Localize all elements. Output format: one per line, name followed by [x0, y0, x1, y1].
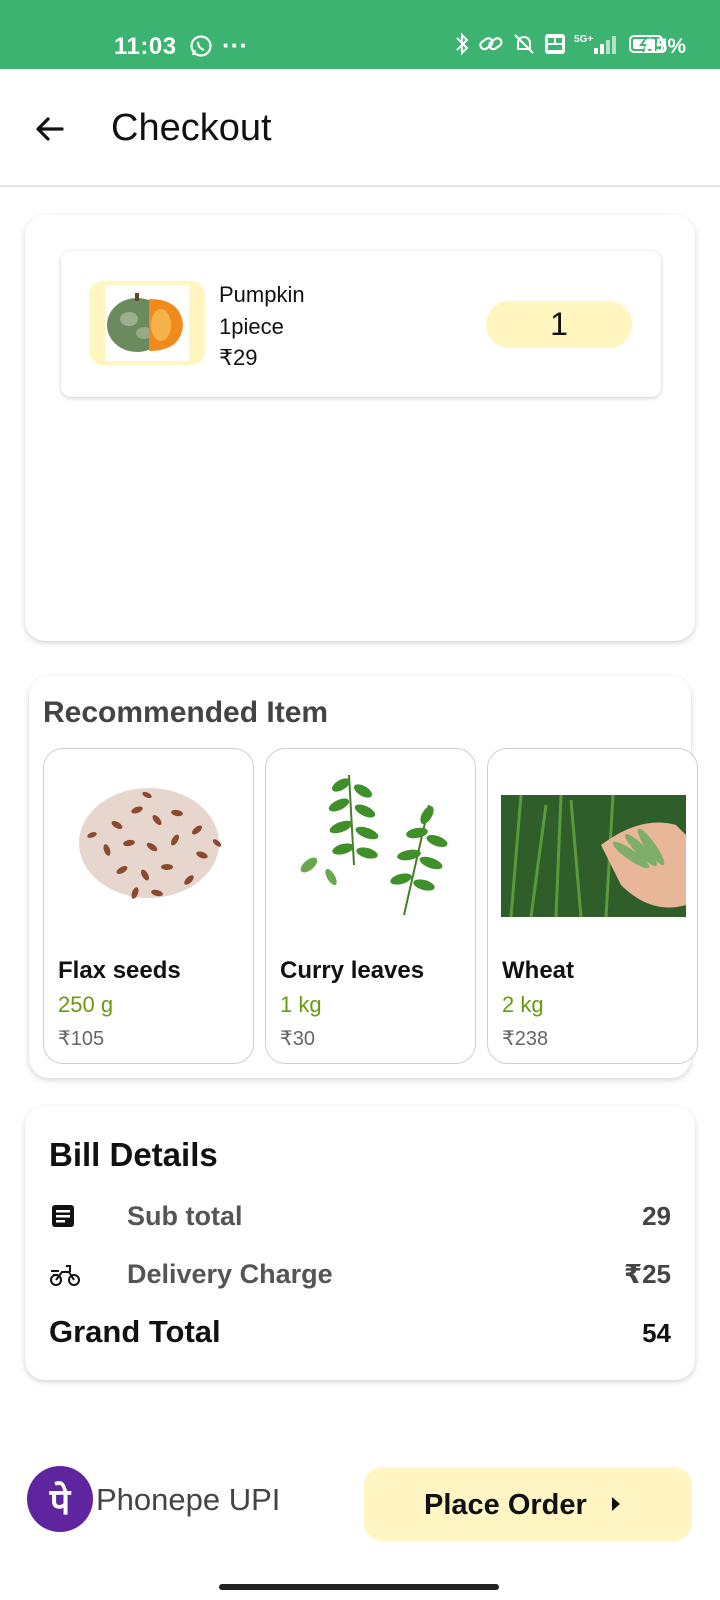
pumpkin-image	[89, 281, 205, 365]
item-price: ₹29	[219, 345, 258, 370]
grand-total-row: Grand Total 54	[49, 1314, 671, 1354]
volte-icon	[545, 34, 565, 54]
receipt-icon	[49, 1202, 77, 1230]
delivery-value: ₹25	[623, 1259, 671, 1289]
recommended-list[interactable]: Flax seeds 250 g ₹105 Curry leaves 1 kg …	[43, 748, 707, 1070]
item-unit: 1piece	[219, 314, 284, 339]
subtotal-row: Sub total 29	[49, 1198, 671, 1234]
app-bar: Checkout	[0, 69, 720, 187]
quantity-stepper[interactable]: 1	[486, 301, 632, 348]
chevron-right-icon	[610, 1495, 622, 1513]
bill-details-card: Bill Details Sub total 29 Delivery Charg…	[25, 1106, 695, 1380]
phonepe-logo: पे	[27, 1466, 93, 1532]
delivery-label: Delivery Charge	[127, 1259, 333, 1289]
subtotal-label: Sub total	[127, 1201, 243, 1231]
mute-icon	[514, 34, 534, 54]
recommended-item-quantity: 1 kg	[280, 992, 322, 1017]
recommended-item-curry-leaves[interactable]: Curry leaves 1 kg ₹30	[265, 748, 476, 1064]
place-order-button[interactable]: Place Order	[364, 1467, 692, 1541]
more-notifications-icon: ···	[222, 30, 248, 60]
grand-total-value: 54	[642, 1318, 671, 1348]
recommended-title: Recommended Item	[43, 696, 329, 729]
recommended-item-name: Flax seeds	[58, 957, 181, 984]
place-order-label: Place Order	[424, 1489, 587, 1521]
recommended-item-name: Curry leaves	[280, 957, 425, 984]
delivery-row: Delivery Charge ₹25	[49, 1256, 671, 1292]
subtotal-value: 29	[642, 1201, 671, 1231]
curry-leaves-image	[279, 765, 464, 921]
page-title: Checkout	[111, 107, 272, 149]
gesture-nav-bar[interactable]	[219, 1584, 499, 1590]
grand-total-label: Grand Total	[49, 1314, 221, 1349]
bill-title: Bill Details	[49, 1136, 218, 1173]
item-name: Pumpkin	[219, 282, 305, 307]
cart-item[interactable]: Pumpkin 1piece ₹29 1	[61, 251, 661, 397]
whatsapp-icon	[189, 34, 213, 58]
recommended-item-flax-seeds[interactable]: Flax seeds 250 g ₹105	[43, 748, 254, 1064]
svg-text:5G+: 5G+	[574, 34, 593, 45]
status-time: 11:03	[114, 33, 177, 60]
signal-5g-icon: 5G+	[574, 34, 616, 54]
cart-card: Pumpkin 1piece ₹29 1	[25, 215, 695, 641]
wheat-image	[501, 794, 686, 918]
status-icons: 5G+	[454, 32, 668, 56]
payment-method-label: Phonepe UPI	[96, 1482, 281, 1517]
recommended-item-price: ₹30	[280, 1028, 315, 1050]
recommended-item-price: ₹105	[58, 1028, 105, 1050]
recommended-item-quantity: 2 kg	[502, 992, 544, 1017]
recommended-item-price: ₹238	[502, 1028, 549, 1050]
battery-percent: 85%	[644, 35, 687, 58]
bluetooth-icon	[456, 32, 469, 56]
recommended-card: Recommended Item Flax seeds 250 g ₹105 C…	[29, 676, 698, 1078]
payment-method[interactable]: पे Phonepe UPI	[27, 1466, 347, 1532]
delivery-bike-icon	[49, 1260, 80, 1288]
recommended-item-wheat[interactable]: Wheat 2 kg ₹238	[487, 748, 698, 1064]
phonepe-logo-text: पे	[49, 1482, 71, 1523]
recommended-item-name: Wheat	[502, 957, 574, 984]
recommended-item-quantity: 250 g	[58, 992, 114, 1017]
status-bar: 11:03 ··· 5G+ 85%	[0, 0, 720, 69]
link-icon	[479, 37, 503, 51]
flax-seeds-image	[57, 765, 242, 921]
back-arrow-icon[interactable]	[34, 113, 66, 145]
